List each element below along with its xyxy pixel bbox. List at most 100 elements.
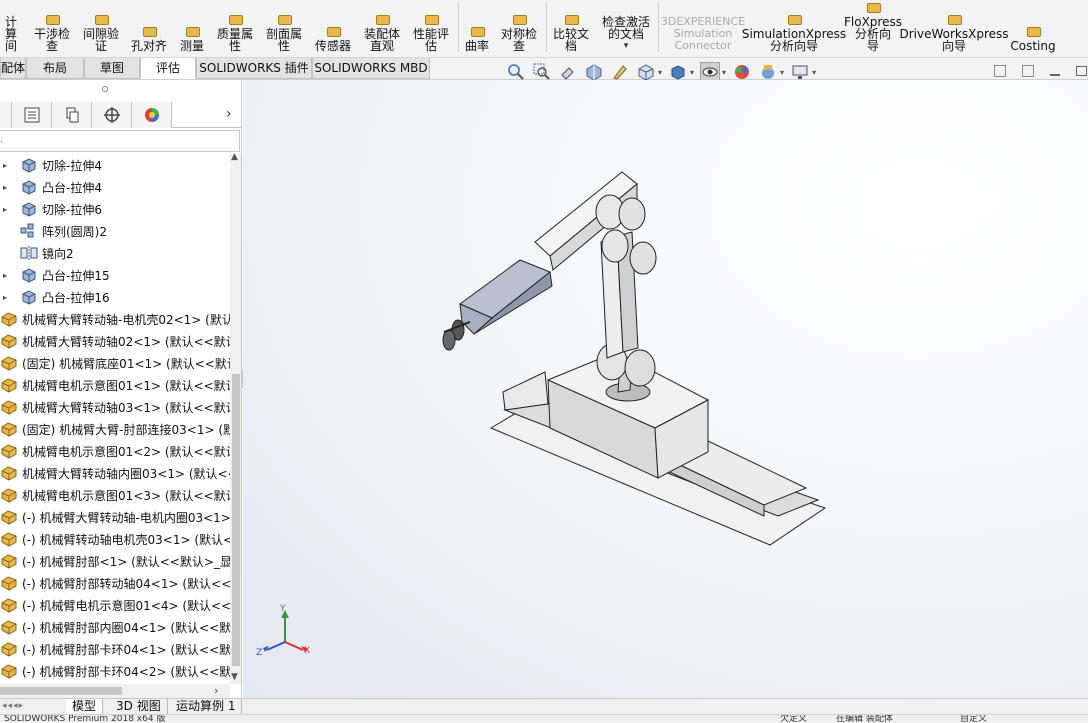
tree-component-row[interactable]: (-) 机械臂肘部转动轴04<1> (默认<<默	[0, 572, 230, 594]
curvature-button[interactable]: 曲率	[460, 0, 494, 52]
property-manager-tab[interactable]	[12, 102, 52, 128]
view-orientation-dropdown-icon[interactable]: ▾	[658, 68, 662, 77]
tab-3d-view[interactable]: 3D 视图	[110, 699, 168, 715]
tree-feature-row[interactable]: ▸ 凸台-拉伸4	[0, 176, 230, 198]
tree-component-row[interactable]: 机械臂大臂转动轴-电机壳02<1> (默认	[0, 308, 230, 330]
apply-scene-icon[interactable]	[758, 62, 778, 82]
triad-z-label: Z	[256, 648, 263, 658]
performance-evaluation-button[interactable]: 性能评 估	[408, 0, 454, 52]
tab-navigation-arrows-icon[interactable]: ◂◂◂▸	[2, 701, 24, 711]
robot-arm-model[interactable]	[243, 80, 1088, 698]
dimxpert-manager-tab[interactable]	[92, 102, 132, 128]
status-bar: SOLIDWORKS Premium 2018 x64 版 欠定义 在编辑 装配…	[0, 714, 1088, 723]
hole-alignment-button[interactable]: 孔对齐	[127, 0, 171, 52]
tree-component-row[interactable]: (固定) 机械臂底座01<1> (默认<<默认	[0, 352, 230, 374]
tree-feature-row[interactable]: 阵列(圆周)2	[0, 220, 230, 242]
display-style-icon[interactable]	[668, 62, 688, 82]
tab-motion-study-1[interactable]: 运动算例 1	[170, 699, 243, 715]
symmetry-check-button[interactable]: 对称检 查	[496, 0, 542, 52]
tree-component-row[interactable]: (-) 机械臂肘部卡环04<2> (默认<<默认	[0, 660, 230, 682]
tree-horizontal-scrollbar[interactable]: ›	[0, 684, 230, 698]
tree-component-row[interactable]: 机械臂电机示意图01<1> (默认<<默认	[0, 374, 230, 396]
section-view-icon[interactable]	[584, 62, 604, 82]
maximize-icon[interactable]	[1076, 66, 1087, 76]
apply-scene-dropdown-icon[interactable]: ▾	[780, 68, 784, 77]
tree-component-row[interactable]: (-) 机械臂大臂转动轴-电机内圈03<1>	[0, 506, 230, 528]
interference-check-button[interactable]: 干涉检 查	[30, 0, 74, 52]
view-settings-dropdown-icon[interactable]: ▾	[812, 68, 816, 77]
tree-feature-row[interactable]: ▸ 切除-拉伸6	[0, 198, 230, 220]
scroll-thumb[interactable]	[0, 687, 122, 695]
minimize-icon[interactable]	[1050, 74, 1060, 76]
tab-layout[interactable]: 布局	[26, 58, 84, 79]
view-settings-icon[interactable]	[790, 62, 810, 82]
tree-feature-row[interactable]: ▸ 凸台-拉伸16	[0, 286, 230, 308]
tab-solidworks-addins[interactable]: SOLIDWORKS 插件	[196, 58, 312, 79]
dropdown-caret-icon[interactable]: ▾	[624, 40, 629, 52]
section-properties-button[interactable]: 剖面属 性	[261, 0, 307, 52]
check-active-document-button[interactable]: 检查激活 的文档 ▾	[597, 0, 655, 52]
panel-pin-icon[interactable]	[102, 86, 108, 92]
tab-sketch[interactable]: 草图	[84, 58, 140, 79]
dynamic-annotation-icon[interactable]	[610, 62, 630, 82]
costing-button[interactable]: Costing	[1008, 0, 1058, 52]
tree-feature-row[interactable]: ▸ 凸台-拉伸15	[0, 264, 230, 286]
expand-arrow-icon[interactable]: ▸	[0, 161, 10, 170]
driveworksxpress-button[interactable]: DriveWorksXpress 向导	[899, 0, 1009, 52]
3dexperience-connector-button[interactable]: 3DEXPERIENCE Simulation Connector	[661, 0, 745, 52]
tab-assembly[interactable]: 配体	[0, 58, 26, 79]
tree-feature-row[interactable]: 镜向2	[0, 242, 230, 264]
feature-tree-tab[interactable]	[0, 102, 12, 128]
ribbon-label-line2: 间	[4, 39, 17, 53]
compare-documents-button[interactable]: 比较文 档	[548, 0, 594, 52]
status-units[interactable]: 自定义	[960, 715, 987, 723]
scroll-right-icon[interactable]: ›	[214, 684, 218, 697]
scroll-thumb[interactable]	[232, 374, 240, 666]
simulationxpress-button[interactable]: SimulationXpress 分析向导	[742, 0, 846, 52]
tree-vertical-scrollbar[interactable]: ▲ ▼	[230, 152, 241, 684]
tree-component-row[interactable]: (-) 机械臂转动轴电机壳03<1> (默认<	[0, 528, 230, 550]
tab-model[interactable]: 模型	[66, 699, 104, 715]
tree-component-row[interactable]: (-) 机械臂电机示意图01<4> (默认<<默	[0, 594, 230, 616]
tree-component-row[interactable]: (固定) 机械臂大臂-肘部连接03<1> (默	[0, 418, 230, 440]
floxpress-button[interactable]: FloXpress 分析向 导	[844, 0, 902, 52]
measure-button[interactable]: 测量	[175, 0, 209, 52]
expand-arrow-icon[interactable]: ▸	[0, 205, 10, 214]
panel-tab-scroll-right-icon[interactable]: ›	[226, 106, 232, 122]
scroll-up-icon[interactable]: ▲	[231, 152, 238, 162]
zoom-to-fit-icon[interactable]	[506, 62, 526, 82]
mass-properties-button[interactable]: 质量属 性	[212, 0, 258, 52]
tree-component-row[interactable]: 机械臂电机示意图01<2> (默认<<默认	[0, 440, 230, 462]
tree-component-row[interactable]: 机械臂大臂转动轴03<1> (默认<<默认	[0, 396, 230, 418]
graphics-viewport[interactable]: Y X Z	[243, 80, 1088, 698]
calculate-button[interactable]: 计算 间	[0, 0, 22, 52]
sensor-button[interactable]: 传感器	[310, 0, 356, 52]
hide-show-dropdown-icon[interactable]: ▾	[722, 68, 726, 77]
expand-arrow-icon[interactable]: ▸	[0, 271, 10, 280]
previous-view-icon[interactable]	[558, 62, 578, 82]
display-manager-tab[interactable]	[132, 102, 172, 128]
tree-filter-box[interactable]: ⋅	[0, 130, 240, 152]
expand-arrow-icon[interactable]: ▸	[0, 293, 10, 302]
tree-component-row[interactable]: 机械臂电机示意图01<3> (默认<<默认	[0, 484, 230, 506]
edit-appearance-icon[interactable]	[732, 62, 752, 82]
tree-component-row[interactable]: (-) 机械臂肘部卡环04<1> (默认<<默认	[0, 638, 230, 660]
tab-solidworks-mbd[interactable]: SOLIDWORKS MBD	[312, 58, 430, 79]
tree-feature-row[interactable]: ▸ 切除-拉伸4	[0, 154, 230, 176]
zoom-to-area-icon[interactable]	[532, 62, 552, 82]
display-style-dropdown-icon[interactable]: ▾	[690, 68, 694, 77]
tree-component-row[interactable]: (-) 机械臂肘部内圈04<1> (默认<<默认	[0, 616, 230, 638]
restore-left-icon[interactable]	[994, 65, 1006, 77]
scroll-down-icon[interactable]: ▼	[231, 672, 238, 682]
view-orientation-icon[interactable]	[636, 62, 656, 82]
hide-show-items-icon[interactable]	[700, 62, 721, 82]
clearance-verify-button[interactable]: 间隙验 证	[79, 0, 123, 52]
tab-evaluate[interactable]: 评估	[140, 58, 196, 79]
tree-component-row[interactable]: 机械臂大臂转动轴02<1> (默认<<默认	[0, 330, 230, 352]
configuration-manager-tab[interactable]	[52, 102, 92, 128]
restore-right-icon[interactable]	[1022, 65, 1034, 77]
tree-component-row[interactable]: (-) 机械臂肘部<1> (默认<<默认>_显示	[0, 550, 230, 572]
assembly-visualization-button[interactable]: 装配体 直观	[358, 0, 406, 52]
expand-arrow-icon[interactable]: ▸	[0, 183, 10, 192]
tree-component-row[interactable]: 机械臂大臂转动轴内圈03<1> (默认<<	[0, 462, 230, 484]
